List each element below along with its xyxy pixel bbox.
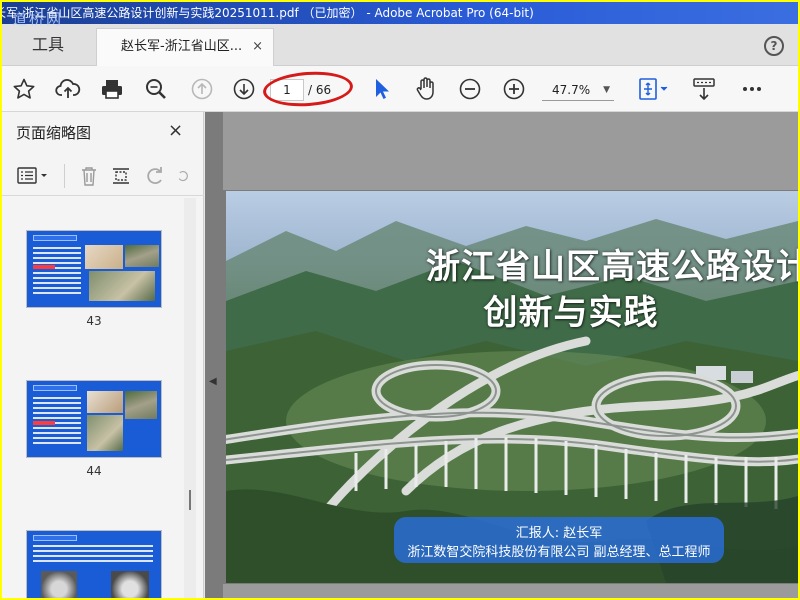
presenter-affiliation: 浙江数智交院科技股份有限公司 副总经理、总工程师	[407, 545, 711, 560]
zoom-search-icon[interactable]	[142, 75, 170, 103]
chevron-down-icon: ▼	[603, 85, 610, 95]
zoom-out-icon[interactable]	[456, 75, 484, 103]
extract-pages-icon[interactable]	[110, 164, 132, 188]
help-icon[interactable]: ?	[764, 36, 784, 56]
slide-title-line-2: 创新与实践	[483, 293, 659, 333]
previous-page-edge	[223, 112, 798, 190]
pdf-page-slide: 浙江省山区高速公路设计 创新与实践 汇报人: 赵长军 浙江数智交院科技股份有限公…	[226, 191, 798, 583]
page-number-input[interactable]: 1	[270, 79, 304, 101]
hand-icon[interactable]	[412, 75, 440, 103]
window-title: 长军-浙江省山区高速公路设计创新与实践20251011.pdf （已加密） - …	[2, 6, 534, 20]
divider	[64, 164, 65, 188]
rotate-left-icon[interactable]	[144, 164, 166, 188]
select-cursor-icon[interactable]	[368, 75, 396, 103]
zoom-level-select[interactable]: 47.7% ▼	[542, 79, 614, 101]
thumbnail-toolbar	[2, 156, 204, 196]
thumbnail-page-number: 44	[86, 464, 102, 478]
tab-close-icon[interactable]: ×	[252, 29, 263, 65]
next-page-icon[interactable]	[230, 75, 258, 103]
document-viewport[interactable]: ◀ 浙江省山区高速公路设计 创新与实践 汇报人: 赵长军 浙江数智交院科技股份有…	[205, 112, 798, 598]
next-page-edge	[223, 584, 798, 598]
panel-title: 页面缩略图	[16, 124, 92, 142]
thumbnail-page-45[interactable]	[26, 530, 162, 598]
title-bar: 长军-浙江省山区高速公路设计创新与实践20251011.pdf （已加密） - …	[2, 2, 798, 24]
collapse-panel-icon[interactable]: ◀	[209, 376, 217, 387]
tab-document[interactable]: 赵长军-浙江省山区... ×	[96, 28, 274, 66]
more-icon[interactable]	[738, 75, 766, 103]
delete-icon[interactable]	[78, 164, 100, 188]
tab-row: 工具 赵长军-浙江省山区... × ?	[2, 24, 798, 66]
print-icon[interactable]	[98, 75, 126, 103]
thumbnail-options-button[interactable]	[16, 164, 50, 188]
star-icon[interactable]	[10, 75, 38, 103]
scroll-mode-icon[interactable]	[690, 75, 718, 103]
cloud-upload-icon[interactable]	[54, 75, 82, 103]
thumbnail-page-44[interactable]	[26, 380, 162, 458]
toolbar: 1 / 66 47.7% ▼	[2, 66, 798, 112]
tab-tools[interactable]: 工具	[2, 24, 94, 66]
page-thumbnails-panel: 页面缩略图 × 43 44	[2, 112, 204, 598]
zoom-in-icon[interactable]	[500, 75, 528, 103]
panel-close-icon[interactable]: ×	[168, 120, 183, 141]
thumbnail-page-43[interactable]	[26, 230, 162, 308]
presenter-box: 汇报人: 赵长军 浙江数智交院科技股份有限公司 副总经理、总工程师	[394, 517, 724, 563]
zoom-level-value: 47.7%	[552, 83, 591, 97]
tab-document-label: 赵长军-浙江省山区...	[121, 39, 243, 54]
page-total: / 66	[308, 83, 332, 97]
presenter-name: 汇报人: 赵长军	[515, 526, 603, 541]
thumbnail-list[interactable]: 43 44	[2, 198, 204, 598]
acrobat-window: 长军-浙江省山区高速公路设计创新与实践20251011.pdf （已加密） - …	[2, 2, 798, 598]
slide-title-line-1: 浙江省山区高速公路设计	[426, 247, 798, 287]
fit-page-icon[interactable]	[634, 75, 674, 103]
rotate-right-icon[interactable]	[176, 164, 190, 188]
thumbnail-page-number: 43	[86, 314, 102, 328]
prev-page-icon[interactable]	[188, 75, 216, 103]
